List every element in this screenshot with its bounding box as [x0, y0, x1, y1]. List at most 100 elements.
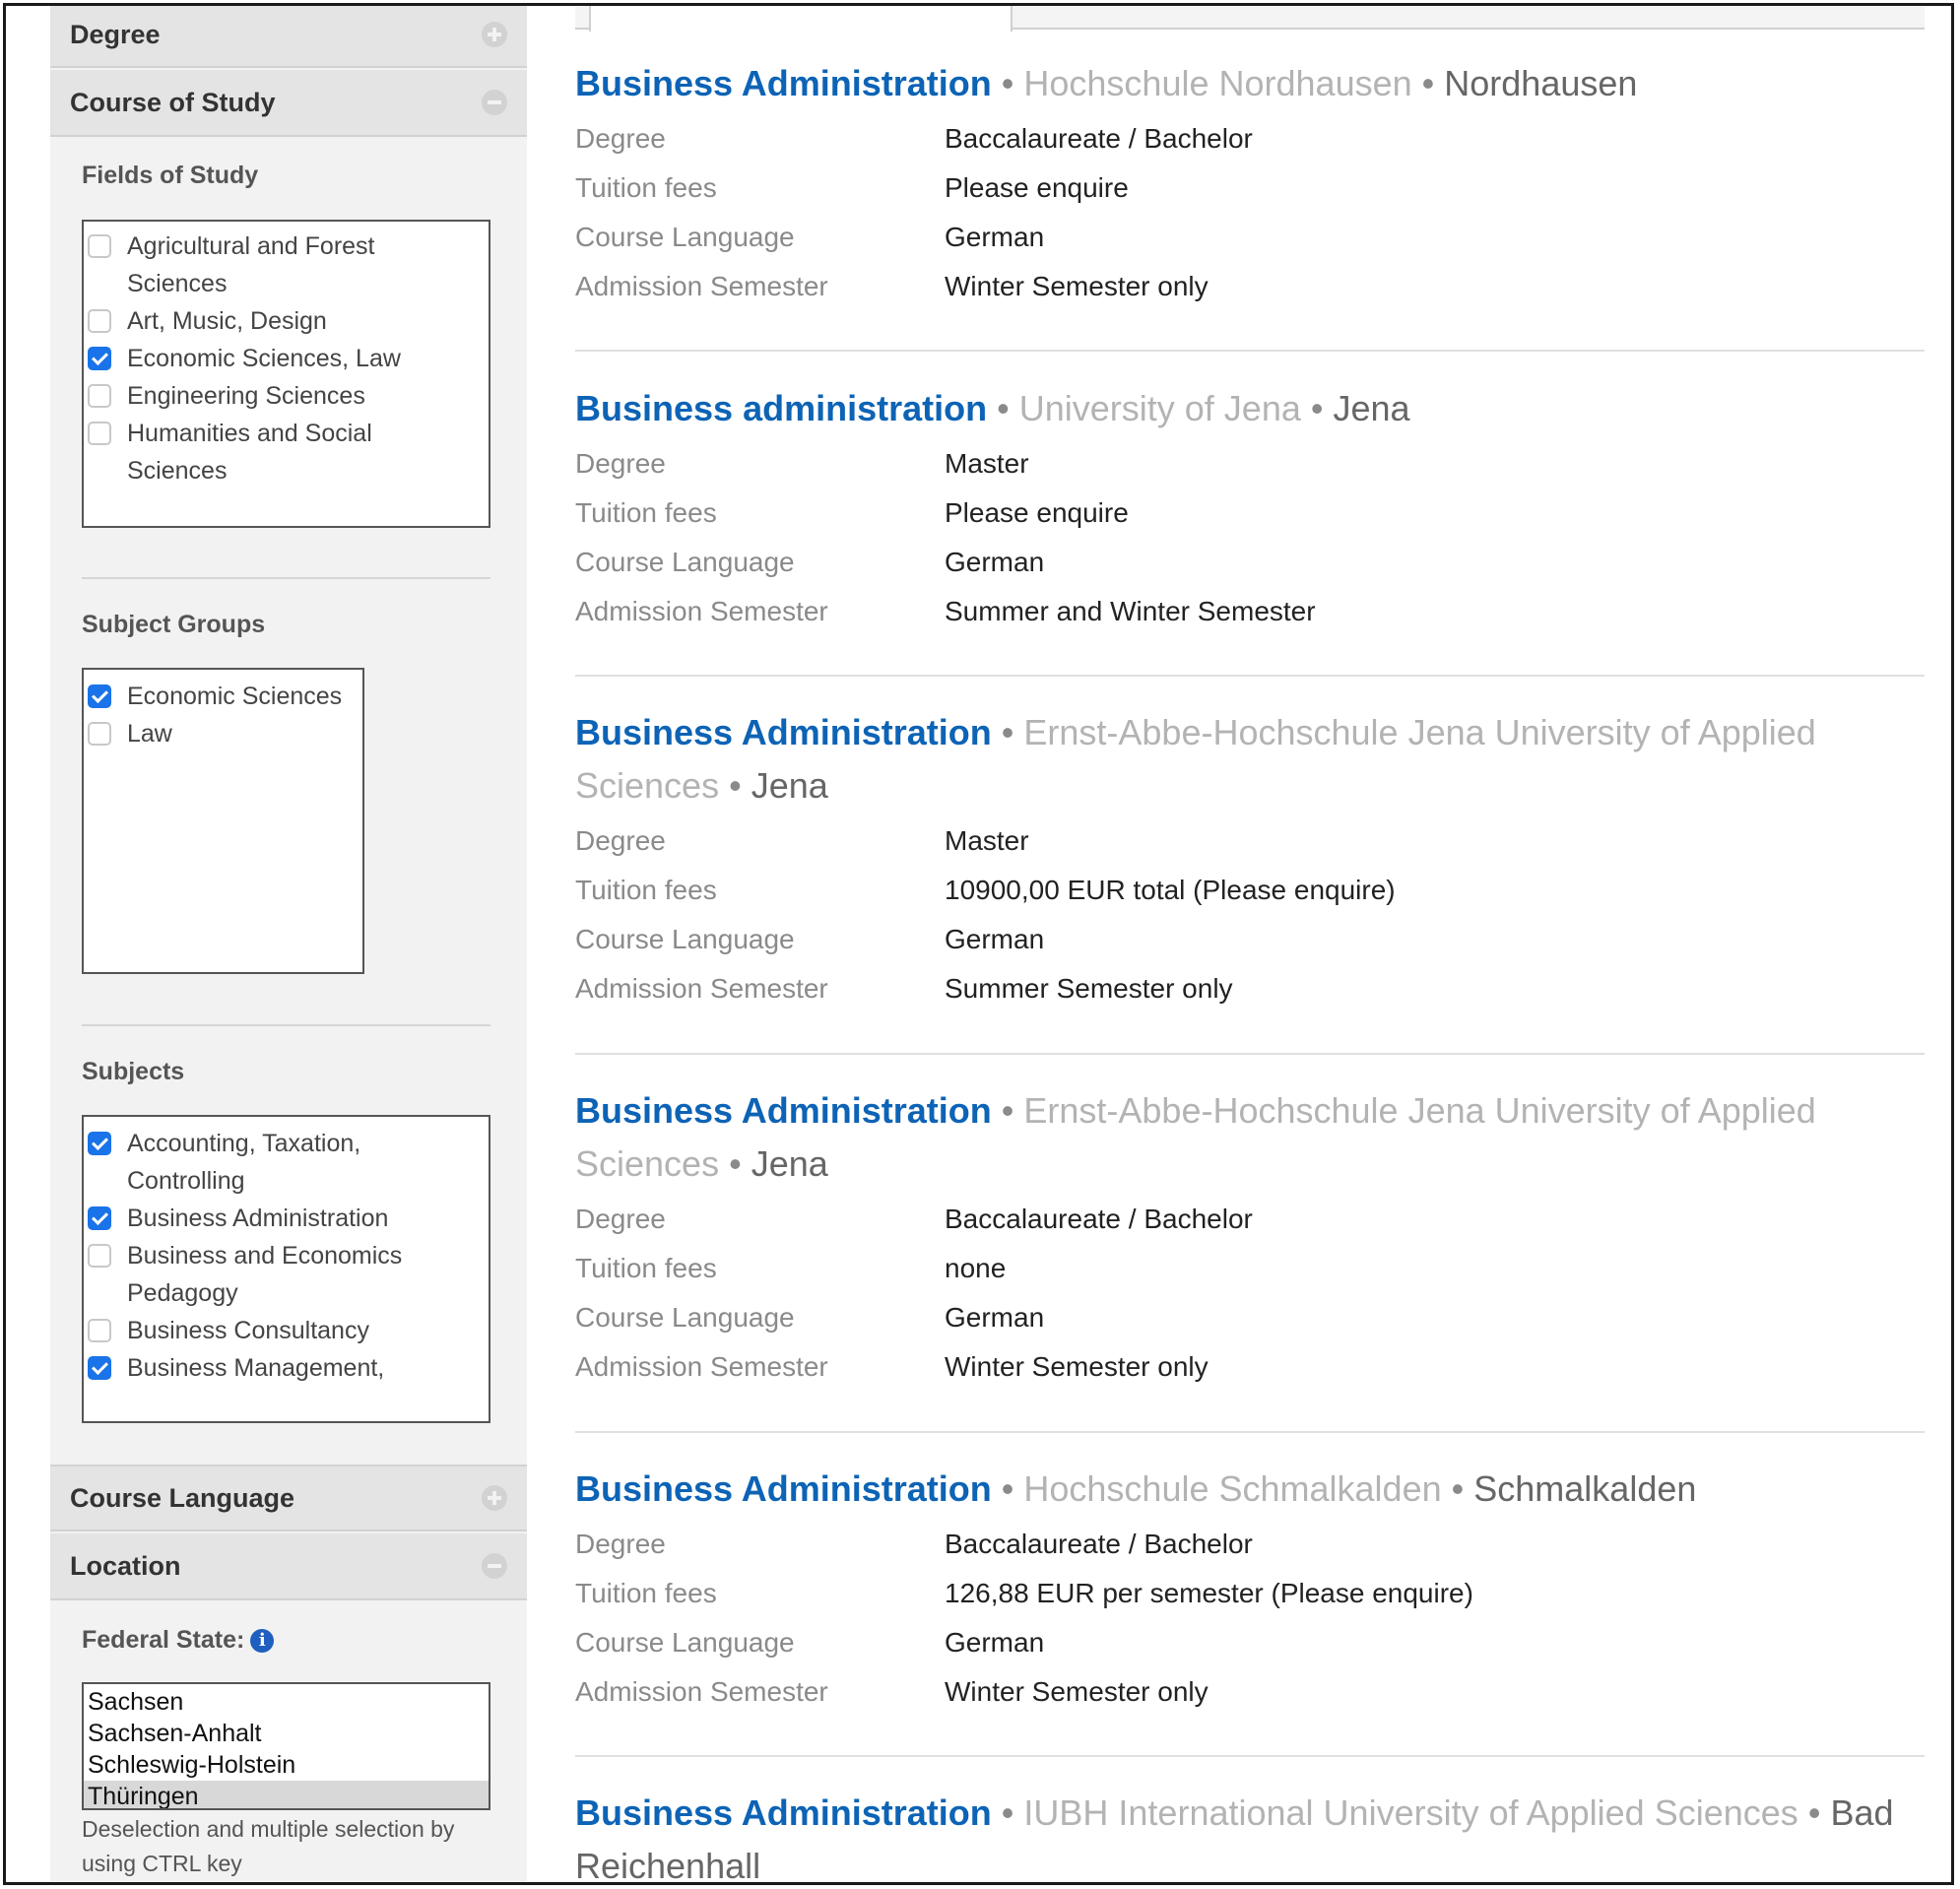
tuition-value: none [945, 1253, 1007, 1283]
result-title: Business Administration • Ernst-Abbe-Hoc… [575, 706, 1856, 813]
subject-option-label: Business Management, [127, 1354, 385, 1382]
result-title: Business Administration • IUBH Internati… [575, 1787, 1915, 1882]
accordion-course-language-label: Course Language [70, 1482, 295, 1513]
fields-of-study-list[interactable]: Agricultural and Forest Sciences Art, Mu… [82, 220, 490, 528]
field-option[interactable]: Agricultural and Forest Sciences [84, 228, 489, 302]
federal-state-option[interactable]: Schleswig-Holstein [84, 1749, 489, 1781]
tuition-label: Tuition fees [575, 172, 717, 203]
result-city: Jena [751, 1143, 828, 1184]
checkbox-checked[interactable] [88, 1206, 111, 1230]
language-label: Course Language [575, 1627, 795, 1658]
language-label: Course Language [575, 222, 795, 252]
collapse-minus-icon[interactable] [482, 1553, 507, 1579]
federal-state-option-selected[interactable]: Thüringen [84, 1781, 489, 1808]
checkbox-checked[interactable] [88, 347, 111, 370]
degree-value: Baccalaureate / Bachelor [945, 1529, 1253, 1559]
semester-value: Summer and Winter Semester [945, 596, 1316, 626]
result-divider [575, 675, 1925, 677]
result-university[interactable]: Hochschule Schmalkalden [1023, 1468, 1441, 1509]
checkbox[interactable] [88, 422, 111, 445]
field-option[interactable]: Economic Sciences, Law [84, 340, 489, 377]
subject-groups-list[interactable]: Economic Sciences Law [82, 668, 364, 974]
result-item: Business Administration • Ernst-Abbe-Hoc… [575, 706, 1925, 1013]
accordion-degree-label: Degree [70, 19, 161, 49]
result-university[interactable]: Hochschule Nordhausen [1023, 63, 1411, 103]
accordion-course-language[interactable]: Course Language [50, 1465, 527, 1531]
result-city: Jena [751, 765, 828, 806]
semester-value: Winter Semester only [945, 1676, 1209, 1707]
field-option[interactable]: Engineering Sciences [84, 377, 489, 415]
federal-state-option[interactable]: Sachsen [84, 1686, 489, 1718]
field-option-label: Economic Sciences, Law [127, 345, 401, 372]
federal-state-label: Federal State: [82, 1626, 245, 1654]
checkbox[interactable] [88, 1319, 111, 1342]
result-divider [575, 350, 1925, 352]
results-list: Business Administration • Hochschule Nor… [575, 6, 1925, 1882]
language-label: Course Language [575, 547, 795, 577]
subject-option[interactable]: Business Administration [84, 1200, 489, 1237]
bullet-separator: • [1001, 712, 1014, 752]
result-details: Degree Master Tuition fees 10900,00 EUR to… [575, 816, 1925, 1013]
subject-option[interactable]: Accounting, Taxation, Controlling [84, 1125, 489, 1200]
checkbox[interactable] [88, 722, 111, 746]
result-course-link[interactable]: Business Administration [575, 712, 992, 752]
federal-state-select[interactable]: Sachsen Sachsen-Anhalt Schleswig-Holstei… [82, 1682, 490, 1810]
federal-state-option[interactable]: Sachsen-Anhalt [84, 1718, 489, 1749]
accordion-location-label: Location [70, 1550, 181, 1581]
collapse-minus-icon[interactable] [482, 90, 507, 115]
subject-option[interactable]: Business Consultancy [84, 1312, 489, 1349]
field-option[interactable]: Art, Music, Design [84, 302, 489, 340]
subject-groups-title: Subject Groups [82, 611, 266, 638]
degree-label: Degree [575, 448, 666, 479]
degree-value: Master [945, 448, 1029, 479]
result-course-link[interactable]: Business Administration [575, 1468, 992, 1509]
bullet-separator: • [1001, 63, 1014, 103]
subject-option-label: Business Administration [127, 1205, 389, 1232]
language-value: German [945, 222, 1045, 252]
degree-value: Master [945, 825, 1029, 856]
result-university[interactable]: University of Jena [1019, 388, 1301, 428]
degree-label: Degree [575, 123, 666, 154]
result-course-link[interactable]: Business Administration [575, 63, 992, 103]
field-option-label: Agricultural and Forest Sciences [127, 232, 375, 297]
language-label: Course Language [575, 924, 795, 954]
tab-active[interactable] [589, 6, 1013, 32]
subject-option[interactable]: Business and Economics Pedagogy [84, 1237, 489, 1312]
subjects-list[interactable]: Accounting, Taxation, Controlling Busine… [82, 1115, 490, 1423]
subjects-title: Subjects [82, 1058, 185, 1085]
degree-label: Degree [575, 1204, 666, 1234]
field-option[interactable]: Humanities and Social Sciences [84, 415, 489, 489]
checkbox[interactable] [88, 1244, 111, 1268]
result-item: Business Administration • Hochschule Sch… [575, 1463, 1925, 1717]
result-course-link[interactable]: Business administration [575, 388, 987, 428]
language-value: German [945, 1627, 1045, 1658]
language-value: German [945, 547, 1045, 577]
checkbox[interactable] [88, 384, 111, 408]
expand-plus-icon[interactable] [482, 22, 507, 47]
result-course-link[interactable]: Business Administration [575, 1090, 992, 1131]
language-value: German [945, 924, 1045, 954]
result-divider [575, 1755, 1925, 1757]
semester-label: Admission Semester [575, 973, 828, 1004]
subject-option-label: Accounting, Taxation, Controlling [127, 1130, 361, 1195]
checkbox-checked[interactable] [88, 1356, 111, 1380]
subject-option[interactable]: Business Management, [84, 1349, 489, 1387]
checkbox-checked[interactable] [88, 684, 111, 708]
result-divider [575, 1053, 1925, 1055]
checkbox[interactable] [88, 234, 111, 258]
bullet-separator: • [1001, 1090, 1014, 1131]
accordion-course-of-study[interactable]: Course of Study [50, 70, 527, 137]
checkbox-checked[interactable] [88, 1132, 111, 1155]
semester-label: Admission Semester [575, 271, 828, 301]
subject-group-option[interactable]: Law [84, 715, 362, 752]
result-course-link[interactable]: Business Administration [575, 1792, 992, 1833]
tuition-value: 10900,00 EUR total (Please enquire) [945, 875, 1396, 905]
checkbox[interactable] [88, 309, 111, 333]
accordion-degree[interactable]: Degree [50, 6, 527, 68]
expand-plus-icon[interactable] [482, 1485, 507, 1511]
subject-group-option[interactable]: Economic Sciences [84, 678, 362, 715]
accordion-location[interactable]: Location [50, 1533, 527, 1600]
tuition-label: Tuition fees [575, 1253, 717, 1283]
result-university[interactable]: IUBH International University of Applied… [1023, 1792, 1797, 1833]
info-icon[interactable]: i [250, 1629, 275, 1653]
